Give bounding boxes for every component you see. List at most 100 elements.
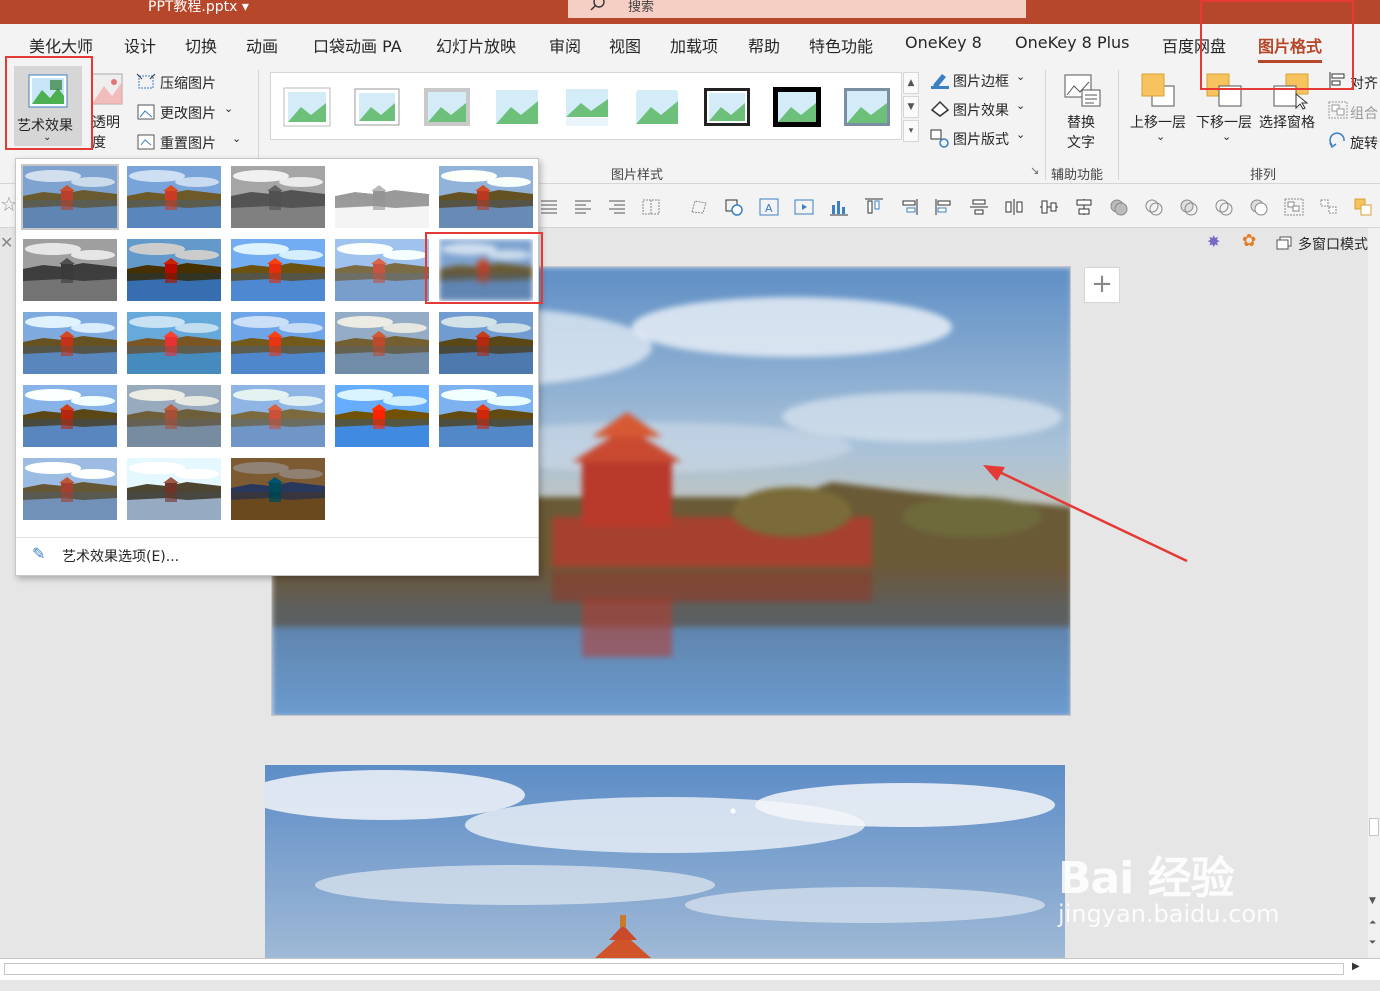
gear-icon[interactable]: ✿ [1242, 231, 1256, 251]
table-icon[interactable] [640, 197, 662, 217]
gallery-scroll-up[interactable]: ▲ [903, 72, 919, 94]
add-icon[interactable]: + [1084, 267, 1120, 303]
style-thumb[interactable] [283, 87, 331, 127]
gallery-more[interactable]: ▾ [903, 120, 919, 142]
insert-shape-icon[interactable] [723, 197, 745, 217]
change-picture-button[interactable]: 更改图片 [160, 103, 216, 123]
combine-shapes-icon[interactable] [1143, 197, 1165, 217]
art-effect-option[interactable] [127, 239, 221, 301]
art-effect-option[interactable] [23, 312, 117, 374]
prev-slide-icon[interactable]: ⏶ [1369, 918, 1376, 928]
horizontal-scrollbar[interactable]: ▶ [0, 958, 1380, 980]
scroll-thumb[interactable] [1369, 818, 1379, 836]
style-thumb[interactable] [423, 87, 471, 127]
tab-pocket-animation[interactable]: 口袋动画 PA [313, 33, 402, 57]
style-thumb[interactable] [843, 87, 891, 127]
tab-help[interactable]: 帮助 [748, 33, 780, 57]
scroll-down-icon[interactable]: ▼ [1369, 896, 1376, 906]
gallery-scroll-down[interactable]: ▼ [903, 96, 919, 118]
subtract-shapes-icon[interactable] [1248, 197, 1270, 217]
align-right-icon[interactable] [606, 197, 628, 217]
distribute-center-icon[interactable] [1038, 197, 1060, 217]
picture-effects-button[interactable]: 图片效果 [953, 100, 1009, 120]
art-effects-options-item[interactable]: 艺术效果选项(E)... [62, 546, 179, 566]
art-effect-option[interactable] [439, 166, 533, 228]
art-effect-option[interactable] [23, 385, 117, 447]
art-effect-option[interactable] [127, 458, 221, 520]
ungroup-icon[interactable] [1318, 197, 1340, 217]
picture-layout-button[interactable]: 图片版式 [953, 129, 1009, 149]
slide-picture-original[interactable] [265, 765, 1065, 958]
style-thumb[interactable] [563, 87, 611, 127]
sparkle-icon[interactable]: ✸ [1207, 232, 1220, 251]
style-thumb[interactable] [703, 87, 751, 127]
compress-picture-button[interactable]: 压缩图片 [160, 73, 216, 93]
tab-review[interactable]: 审阅 [549, 33, 581, 57]
tab-beautify[interactable]: 美化大师 [29, 33, 93, 57]
art-effect-option[interactable] [231, 458, 325, 520]
picture-styles-gallery[interactable] [270, 72, 902, 140]
art-effect-option[interactable] [127, 385, 221, 447]
align-top-icon[interactable] [863, 197, 885, 217]
search-box[interactable]: 搜索 [568, 0, 1026, 18]
selection-pane-button[interactable]: 选择窗格 [1259, 112, 1315, 132]
tab-animations[interactable]: 动画 [246, 33, 278, 57]
reset-picture-button[interactable]: 重置图片 [160, 133, 216, 153]
align-left-obj-icon[interactable] [933, 197, 955, 217]
align-justify-icon[interactable] [538, 197, 560, 217]
art-effect-option[interactable] [439, 312, 533, 374]
bring-front-icon[interactable] [1353, 197, 1375, 217]
multi-window-button[interactable]: 多窗口模式 [1298, 234, 1368, 254]
art-effect-option[interactable] [23, 239, 117, 301]
style-thumb[interactable] [493, 87, 541, 127]
vertical-scrollbar[interactable]: ▼ ⏶ ⏷ [1368, 228, 1380, 958]
tab-transitions[interactable]: 切换 [185, 33, 217, 57]
shape-edit-icon[interactable] [688, 197, 710, 217]
send-backward-button[interactable]: 下移一层 [1196, 112, 1252, 132]
text-box-icon[interactable]: A [758, 197, 780, 217]
art-effect-option[interactable] [439, 385, 533, 447]
style-thumb[interactable] [773, 87, 821, 127]
art-effect-option[interactable] [127, 312, 221, 374]
style-thumb[interactable] [353, 87, 401, 127]
fragment-shapes-icon[interactable] [1178, 197, 1200, 217]
rotate-button[interactable]: 旋转 [1350, 133, 1378, 153]
group-button[interactable]: 组合 [1350, 103, 1378, 123]
tab-features[interactable]: 特色功能 [809, 33, 873, 57]
art-effect-option[interactable] [127, 166, 221, 228]
distribute-h-icon[interactable] [1003, 197, 1025, 217]
distribute-v-icon[interactable] [1073, 197, 1095, 217]
art-effect-option[interactable] [335, 239, 429, 301]
picture-border-button[interactable]: 图片边框 [953, 71, 1009, 91]
tab-view[interactable]: 视图 [609, 33, 641, 57]
art-effect-option[interactable] [21, 164, 119, 230]
tab-addins[interactable]: 加载项 [670, 33, 718, 57]
art-effect-option[interactable] [231, 385, 325, 447]
scroll-right-icon[interactable]: ▶ [1352, 961, 1360, 972]
align-button[interactable]: 对齐 [1350, 73, 1378, 93]
align-left-icon[interactable] [572, 197, 594, 217]
close-icon[interactable]: ✕ [0, 233, 13, 252]
art-effect-option[interactable] [335, 166, 429, 228]
scroll-thumb[interactable] [4, 963, 1344, 975]
dialog-launcher-icon[interactable]: ↘ [1030, 164, 1039, 177]
transparency-label-2[interactable]: 度 [92, 132, 106, 152]
art-effect-option[interactable] [23, 458, 117, 520]
tab-onekey8[interactable]: OneKey 8 [905, 33, 982, 52]
next-slide-icon[interactable]: ⏷ [1369, 938, 1376, 948]
file-name[interactable]: PPT教程.pptx ▾ [148, 0, 249, 16]
alt-text-label-1[interactable]: 替换 [1067, 112, 1095, 132]
transparency-label-1[interactable]: 透明 [92, 112, 120, 132]
union-shapes-icon[interactable] [1108, 197, 1130, 217]
align-right-obj-icon[interactable] [898, 197, 920, 217]
intersect-shapes-icon[interactable] [1213, 197, 1235, 217]
alt-text-label-2[interactable]: 文字 [1067, 132, 1095, 152]
bring-forward-button[interactable]: 上移一层 [1130, 112, 1186, 132]
style-thumb[interactable] [633, 87, 681, 127]
art-effect-option[interactable] [335, 385, 429, 447]
art-effect-option[interactable] [231, 239, 325, 301]
art-effect-option[interactable] [335, 312, 429, 374]
art-effect-option[interactable] [231, 312, 325, 374]
tab-design[interactable]: 设计 [124, 33, 156, 57]
tab-onekey8-plus[interactable]: OneKey 8 Plus [1015, 33, 1130, 52]
